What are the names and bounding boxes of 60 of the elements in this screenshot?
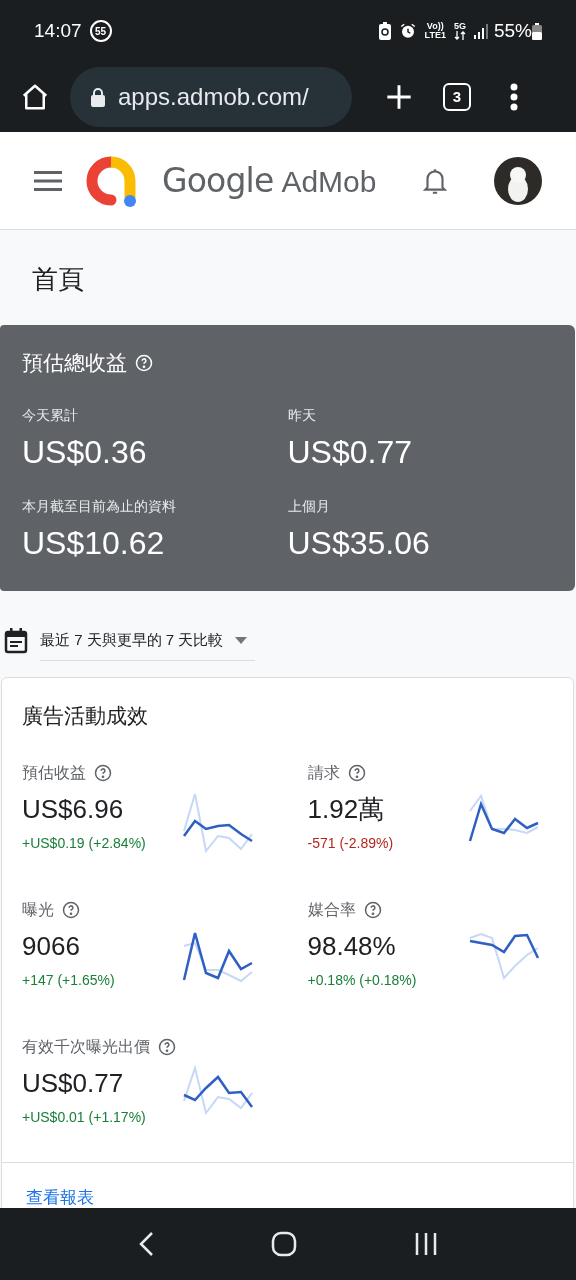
tab-count-button[interactable]: 3 xyxy=(443,83,471,111)
metric-value: 9066 xyxy=(22,930,81,963)
metric-value: US$6.96 xyxy=(22,793,125,826)
card-title: 預估總收益 xyxy=(22,350,127,376)
help-icon[interactable] xyxy=(158,1038,176,1056)
earnings-label: 本月截至目前為止的資料 xyxy=(22,496,177,516)
lock-icon xyxy=(90,87,106,107)
help-icon[interactable] xyxy=(94,764,112,782)
data-arrows-icon xyxy=(453,31,466,40)
date-range-dropdown[interactable]: 最近 7 天與更早的 7 天比較 xyxy=(40,620,256,661)
help-icon[interactable] xyxy=(363,901,382,919)
battery-percent: 55% xyxy=(493,18,532,43)
metric-label: 媒合率 xyxy=(307,900,356,920)
home-icon[interactable] xyxy=(20,82,50,112)
network-label: 5G xyxy=(453,22,466,31)
help-icon[interactable] xyxy=(62,901,80,919)
product-name: AdMob xyxy=(281,163,377,200)
earnings-value: US$10.62 xyxy=(22,523,166,563)
earnings-value: US$0.36 xyxy=(22,432,148,472)
brand-name: Google xyxy=(162,159,274,202)
help-icon[interactable] xyxy=(347,764,366,782)
battery-icon xyxy=(532,22,542,40)
battery-saver-icon xyxy=(378,22,391,40)
recent-apps-icon[interactable] xyxy=(413,1232,438,1256)
calendar-icon xyxy=(4,627,28,654)
earnings-label: 昨天 xyxy=(287,405,317,425)
caret-icon xyxy=(235,636,248,644)
lte-label: LTE1 xyxy=(424,31,446,40)
metric-change: +US$0.01 (+1.17%) xyxy=(22,1108,147,1127)
card-title: 廣告活動成效 xyxy=(22,702,149,729)
volte-label: Vo)) xyxy=(426,22,444,31)
metric-change: +147 (+1.65%) xyxy=(22,971,116,990)
clock: 14:07 xyxy=(34,18,82,43)
earnings-label: 上個月 xyxy=(287,496,331,516)
plus-icon[interactable] xyxy=(385,83,413,111)
alarm-icon xyxy=(398,22,417,40)
earnings-label: 今天累計 xyxy=(22,405,79,425)
back-icon[interactable] xyxy=(138,1231,155,1257)
signal-icon xyxy=(473,23,490,39)
earnings-value: US$0.77 xyxy=(287,432,414,472)
metric-label: 預估收益 xyxy=(22,763,86,783)
metric-label: 請求 xyxy=(307,763,340,783)
metric-change: +US$0.19 (+2.84%) xyxy=(22,834,147,853)
earnings-value: US$35.06 xyxy=(287,523,431,563)
metric-change: +0.18% (+0.18%) xyxy=(307,971,418,990)
metric-value: 1.92萬 xyxy=(307,793,386,826)
notification-badge: 55 xyxy=(89,20,112,42)
metric-value: US$0.77 xyxy=(22,1067,125,1100)
home-button-icon[interactable] xyxy=(271,1231,297,1257)
metric-value: 98.48% xyxy=(307,930,397,963)
metric-label: 有效千次曝光出價 xyxy=(22,1037,150,1057)
address-bar[interactable]: apps.admob.com/ xyxy=(70,67,352,127)
avatar[interactable] xyxy=(494,156,542,205)
metric-change: -571 (-2.89%) xyxy=(307,834,395,853)
view-report-link[interactable]: 查看報表 xyxy=(26,1188,94,1207)
menu-icon[interactable] xyxy=(34,170,62,191)
more-icon[interactable] xyxy=(510,83,518,111)
metric-label: 曝光 xyxy=(22,900,54,920)
url-text: apps.admob.com/ xyxy=(118,82,309,112)
page-title: 首頁 xyxy=(32,263,85,296)
